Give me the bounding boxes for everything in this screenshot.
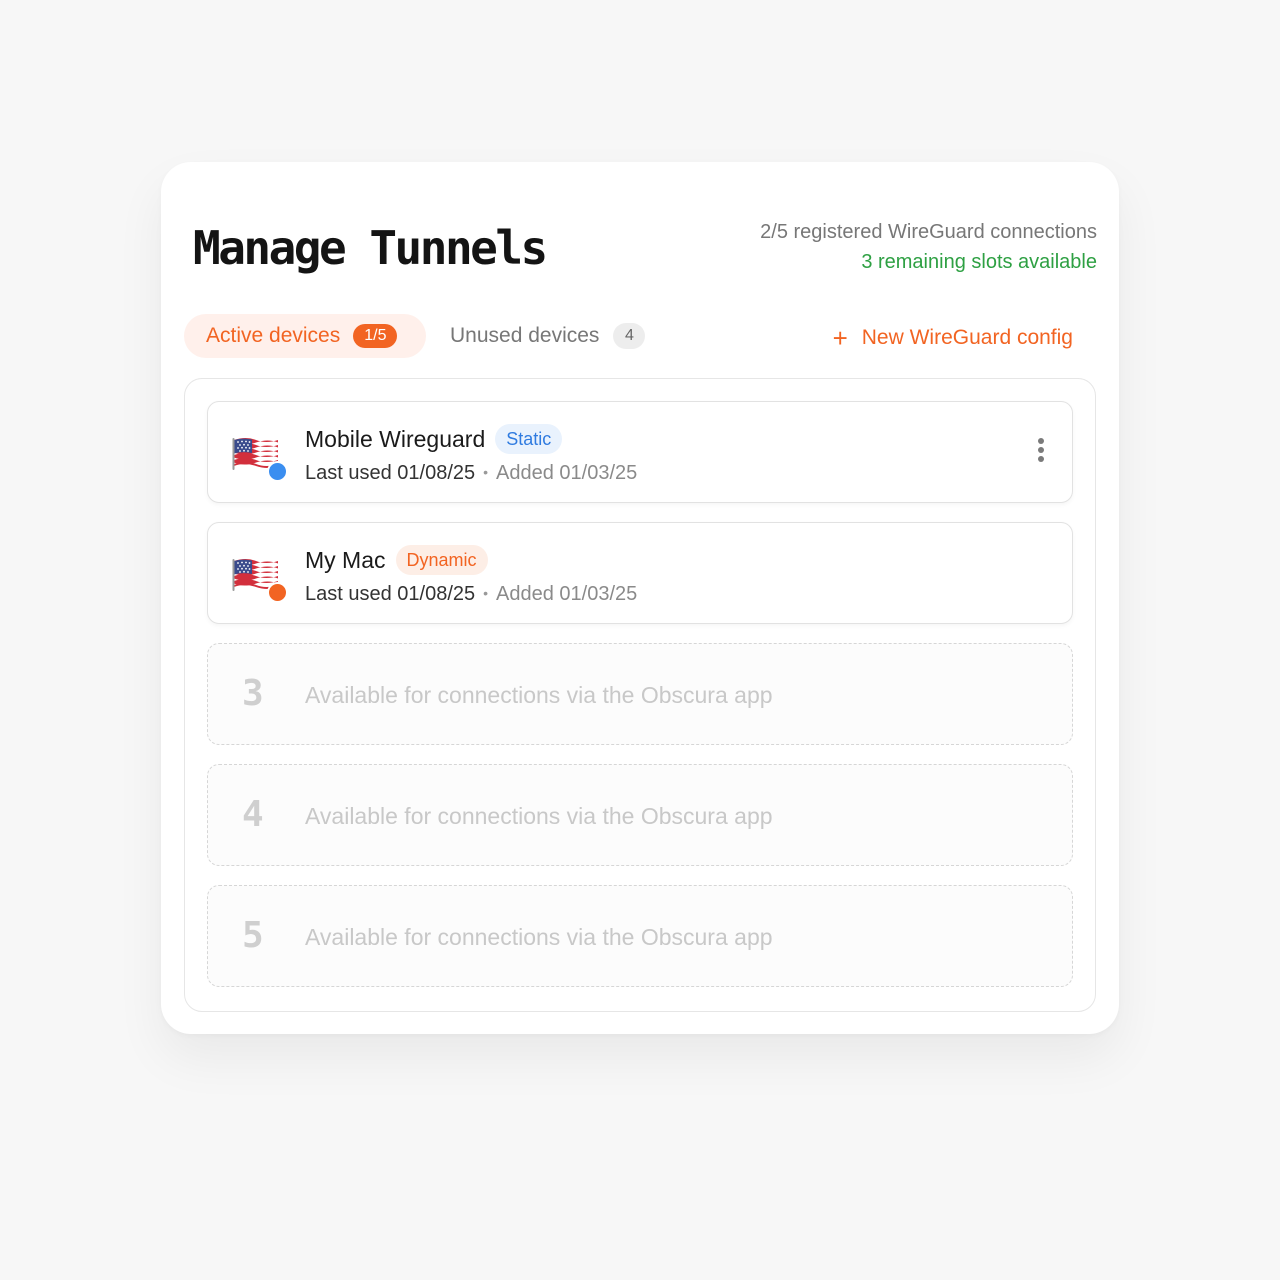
slot-number: 5 bbox=[242, 915, 264, 956]
slot-available-text: Available for connections via the Obscur… bbox=[305, 924, 773, 950]
remaining-slots-text: 3 remaining slots available bbox=[861, 251, 1097, 273]
last-used-text: Last used 01/08/25 bbox=[305, 462, 476, 484]
empty-slot-5: 5 Available for connections via the Obsc… bbox=[207, 885, 1073, 987]
new-wireguard-config-button[interactable]: + New WireGuard config bbox=[833, 320, 1073, 356]
slot-number: 3 bbox=[242, 673, 264, 714]
tab-active-devices[interactable]: Active devices 1/5 bbox=[184, 314, 426, 358]
added-date-text: Added 01/03/25 bbox=[496, 462, 638, 484]
meta-separator: • bbox=[483, 464, 489, 480]
device-name-group: My Mac Dynamic bbox=[305, 545, 488, 575]
device-name: Mobile Wireguard bbox=[305, 425, 486, 452]
slot-available-text: Available for connections via the Obscur… bbox=[305, 803, 773, 829]
last-used-text: Last used 01/08/25 bbox=[305, 583, 476, 605]
more-options-icon[interactable] bbox=[1036, 438, 1046, 466]
empty-slot-3: 3 Available for connections via the Obsc… bbox=[207, 643, 1073, 745]
slot-number: 4 bbox=[242, 794, 264, 835]
static-status-dot bbox=[267, 461, 288, 482]
tab-unused-devices-label: Unused devices bbox=[450, 324, 600, 347]
dynamic-badge: Dynamic bbox=[395, 545, 488, 575]
new-wireguard-config-label: New WireGuard config bbox=[861, 326, 1073, 349]
slot-available-text: Available for connections via the Obscur… bbox=[305, 682, 773, 708]
registered-connections-text: 2/5 registered WireGuard connections bbox=[760, 221, 1097, 243]
device-meta: Last used 01/08/25 • Added 01/03/25 bbox=[305, 580, 637, 607]
manage-tunnels-card: Manage Tunnels 2/5 registered WireGuard … bbox=[161, 162, 1119, 1034]
tab-unused-devices[interactable]: Unused devices 4 bbox=[450, 314, 646, 358]
device-name-group: Mobile Wireguard Static bbox=[305, 424, 563, 454]
static-badge: Static bbox=[495, 424, 563, 454]
device-list: Mobile Wireguard Static Last used 01/08/… bbox=[184, 378, 1096, 1012]
device-row-my-mac[interactable]: My Mac Dynamic Last used 01/08/25 • Added … bbox=[207, 522, 1073, 624]
empty-slot-4: 4 Available for connections via the Obsc… bbox=[207, 764, 1073, 866]
tab-unused-devices-count: 4 bbox=[613, 323, 646, 349]
us-flag-icon bbox=[232, 557, 288, 603]
device-name: My Mac bbox=[305, 546, 386, 573]
plus-icon: + bbox=[832, 323, 848, 353]
tab-active-devices-count: 1/5 bbox=[353, 324, 398, 348]
connection-summary: 2/5 registered WireGuard connections 3 r… bbox=[760, 217, 1097, 277]
added-date-text: Added 01/03/25 bbox=[496, 583, 638, 605]
tab-active-devices-label: Active devices bbox=[206, 324, 341, 347]
us-flag-icon bbox=[232, 436, 288, 482]
page-title: Manage Tunnels bbox=[193, 221, 548, 275]
dynamic-status-dot bbox=[267, 582, 288, 603]
meta-separator: • bbox=[483, 585, 489, 601]
device-row-mobile-wireguard[interactable]: Mobile Wireguard Static Last used 01/08/… bbox=[207, 401, 1073, 503]
device-meta: Last used 01/08/25 • Added 01/03/25 bbox=[305, 459, 637, 486]
